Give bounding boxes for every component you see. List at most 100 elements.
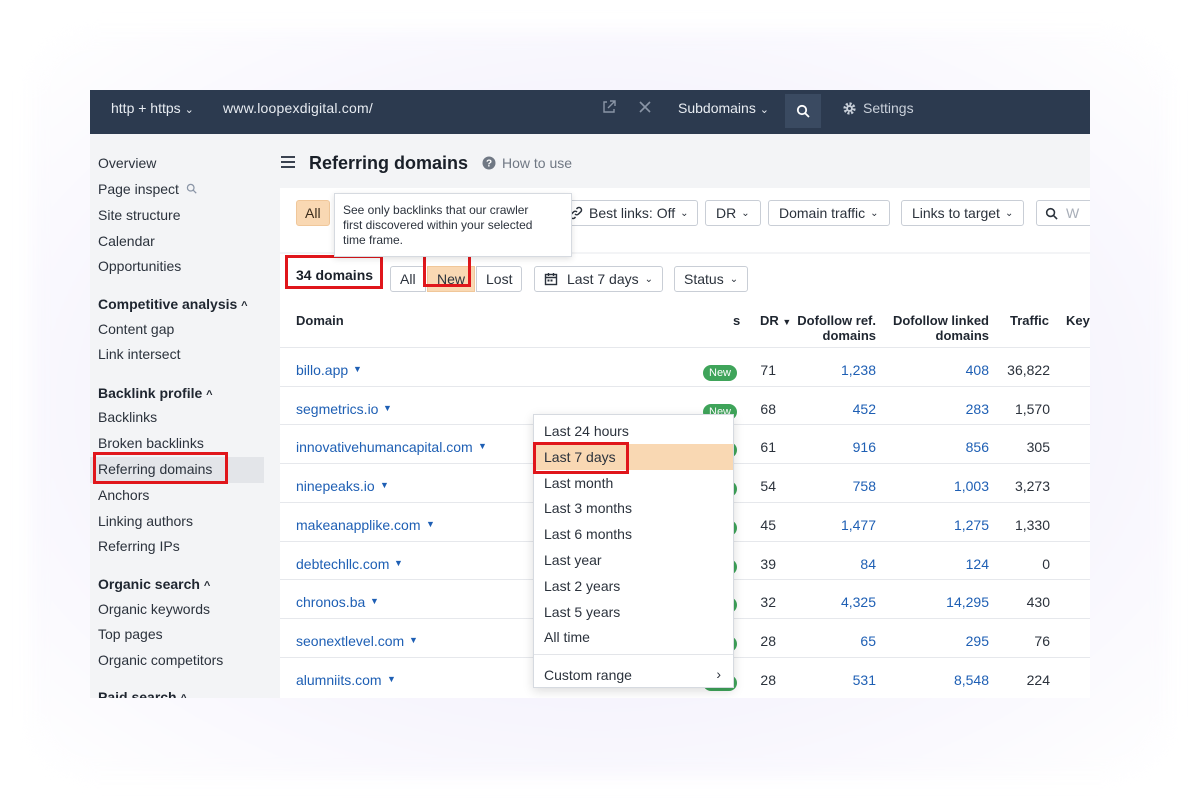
sidebar-item-opportunities[interactable]: Opportunities	[98, 258, 181, 274]
dofollow-ref-domains-value[interactable]: 4,325	[841, 594, 876, 610]
caret-down-icon[interactable]: ▼	[478, 441, 487, 451]
how-to-use-link[interactable]: ? How to use	[482, 155, 572, 171]
sidebar-item-organic-keywords[interactable]: Organic keywords	[98, 601, 210, 617]
caret-down-icon[interactable]: ▼	[383, 403, 392, 413]
sidebar-item-linking-authors[interactable]: Linking authors	[98, 513, 193, 529]
domain-link[interactable]: alumniits.com	[296, 672, 382, 688]
status-select[interactable]: Status ⌄	[674, 266, 749, 292]
period-select[interactable]: Last 7 days ⌄	[534, 266, 663, 292]
dofollow-linked-domains-value[interactable]: 14,295	[946, 594, 989, 610]
settings-button[interactable]: Settings	[842, 100, 914, 116]
search-button[interactable]	[785, 94, 821, 128]
column-header-dofollow-linked[interactable]: Dofollow linked domains	[884, 313, 989, 343]
target-url-input[interactable]: www.loopexdigital.com/	[223, 100, 373, 116]
caret-down-icon[interactable]: ▼	[409, 635, 418, 645]
column-header-dr[interactable]: DR ▼	[760, 313, 791, 330]
menu-icon[interactable]	[280, 154, 296, 170]
lost-toggle[interactable]: Lost	[476, 266, 523, 292]
period-label: Last 7 days	[567, 271, 639, 287]
sidebar-item-anchors[interactable]: Anchors	[98, 487, 149, 503]
dr-value: 28	[760, 672, 776, 688]
dofollow-ref-domains-value[interactable]: 84	[860, 556, 876, 572]
sidebar-item-top-pages[interactable]: Top pages	[98, 626, 163, 642]
domain-link[interactable]: segmetrics.io	[296, 401, 378, 417]
sidebar-item-link-intersect[interactable]: Link intersect	[98, 346, 180, 362]
dofollow-ref-domains-value[interactable]: 531	[853, 672, 876, 688]
row-divider	[280, 347, 1090, 348]
dofollow-ref-domains-value[interactable]: 758	[853, 478, 876, 494]
sidebar-item-organic-competitors[interactable]: Organic competitors	[98, 652, 223, 668]
dofollow-linked-domains-value[interactable]: 1,003	[954, 478, 989, 494]
sidebar-heading-backlink-profile[interactable]: Backlink profile ^	[98, 385, 213, 401]
dofollow-linked-domains-value[interactable]: 295	[966, 633, 989, 649]
sidebar-item-backlinks[interactable]: Backlinks	[98, 409, 157, 425]
domain-link[interactable]: innovativehumancapital.com	[296, 439, 473, 455]
caret-down-icon[interactable]: ▼	[353, 364, 362, 374]
tooltip-line: first discovered within your selected	[343, 218, 533, 232]
caret-down-icon[interactable]: ▼	[387, 674, 396, 684]
sidebar-heading-competitive[interactable]: Competitive analysis ^	[98, 296, 248, 312]
external-link-icon[interactable]	[601, 99, 617, 115]
domain-link[interactable]: billo.app	[296, 362, 348, 378]
search-icon	[186, 183, 197, 194]
dofollow-linked-domains-value[interactable]: 124	[966, 556, 989, 572]
sidebar: Overview Page inspect Site structure Cal…	[90, 134, 280, 698]
menu-item-period[interactable]: Last 24 hours	[534, 418, 733, 444]
dofollow-linked-domains-value[interactable]: 283	[966, 401, 989, 417]
column-header-domain[interactable]: Domain	[296, 313, 344, 328]
filter-search-input[interactable]: W	[1036, 200, 1090, 226]
menu-item-period[interactable]: Last 6 months	[534, 521, 733, 547]
sidebar-item-site-structure[interactable]: Site structure	[98, 207, 180, 223]
row-divider	[280, 386, 1090, 387]
column-header-traffic[interactable]: Traffic	[1010, 313, 1049, 328]
new-badge: New	[703, 365, 738, 381]
links-to-target-filter[interactable]: Links to target ⌄	[901, 200, 1025, 226]
dofollow-ref-domains-value[interactable]: 916	[853, 439, 876, 455]
menu-item-custom-range[interactable]: Custom range ›	[534, 662, 733, 688]
column-header-dofollow-ref[interactable]: Dofollow ref. domains	[796, 313, 876, 343]
dofollow-ref-domains-value[interactable]: 65	[860, 633, 876, 649]
all-toggle[interactable]: All	[390, 266, 426, 292]
protocol-select[interactable]: http + https ⌄	[111, 100, 194, 116]
traffic-value: 1,330	[1014, 517, 1050, 533]
dofollow-linked-domains-value[interactable]: 8,548	[954, 672, 989, 688]
dofollow-linked-domains-value[interactable]: 856	[966, 439, 989, 455]
domain-traffic-filter[interactable]: Domain traffic ⌄	[768, 200, 890, 226]
sidebar-heading-paid-search[interactable]: Paid search ^	[98, 689, 187, 698]
dofollow-ref-domains-value[interactable]: 452	[853, 401, 876, 417]
tooltip-line: See only backlinks that our crawler	[343, 203, 529, 217]
dofollow-linked-domains-value[interactable]: 1,275	[954, 517, 989, 533]
sidebar-item-calendar[interactable]: Calendar	[98, 233, 155, 249]
subdomains-select[interactable]: Subdomains ⌄	[678, 100, 769, 116]
menu-item-period[interactable]: Last year	[534, 547, 733, 573]
sidebar-item-page-inspect[interactable]: Page inspect	[98, 181, 197, 197]
sidebar-item-referring-ips[interactable]: Referring IPs	[98, 538, 180, 554]
dr-filter[interactable]: DR ⌄	[705, 200, 761, 226]
caret-down-icon[interactable]: ▼	[370, 596, 379, 606]
menu-item-period[interactable]: All time	[534, 624, 733, 650]
clear-icon[interactable]	[637, 99, 653, 115]
dofollow-ref-domains-value[interactable]: 1,238	[841, 362, 876, 378]
best-links-filter[interactable]: Best links: Off ⌄	[562, 200, 698, 226]
dr-value: 39	[760, 556, 776, 572]
sidebar-item-broken-backlinks[interactable]: Broken backlinks	[98, 435, 204, 451]
domain-link[interactable]: chronos.ba	[296, 594, 365, 610]
sidebar-item-content-gap[interactable]: Content gap	[98, 321, 174, 337]
menu-item-period[interactable]: Last 3 months	[534, 495, 733, 521]
sidebar-item-overview[interactable]: Overview	[98, 155, 156, 171]
caret-down-icon[interactable]: ▼	[394, 558, 403, 568]
domain-link[interactable]: seonextlevel.com	[296, 633, 404, 649]
domain-link[interactable]: makeanapplike.com	[296, 517, 421, 533]
menu-item-period[interactable]: Last 5 years	[534, 599, 733, 625]
column-header-status[interactable]: s	[733, 313, 740, 328]
dofollow-linked-domains-value[interactable]: 408	[966, 362, 989, 378]
caret-down-icon[interactable]: ▼	[380, 480, 389, 490]
sidebar-heading-organic-search[interactable]: Organic search ^	[98, 576, 210, 592]
filter-all-button[interactable]: All	[296, 200, 330, 226]
menu-item-period[interactable]: Last 2 years	[534, 573, 733, 599]
dofollow-ref-domains-value[interactable]: 1,477	[841, 517, 876, 533]
domain-link[interactable]: ninepeaks.io	[296, 478, 375, 494]
domain-link[interactable]: debtechllc.com	[296, 556, 389, 572]
column-header-keywords[interactable]: Key	[1066, 313, 1090, 328]
caret-down-icon[interactable]: ▼	[426, 519, 435, 529]
